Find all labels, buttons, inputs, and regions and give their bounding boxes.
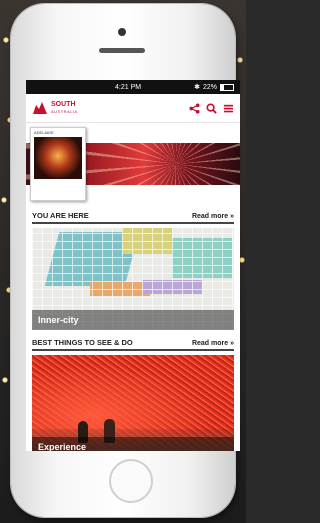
- battery-icon: [220, 83, 234, 91]
- status-right: ✱ 22%: [194, 83, 234, 91]
- read-more-link[interactable]: Read more »: [192, 340, 234, 347]
- home-button[interactable]: [109, 459, 153, 503]
- battery-percent: 22%: [202, 83, 217, 91]
- read-more-link[interactable]: Read more »: [192, 213, 234, 220]
- experience-card[interactable]: Experience: [32, 355, 234, 451]
- card-label: Experience: [32, 437, 234, 451]
- earpiece-speaker: [99, 48, 145, 53]
- section-header-best-things: BEST THINGS TO SEE & DO Read more »: [32, 338, 234, 351]
- section-title: BEST THINGS TO SEE & DO: [32, 338, 133, 347]
- magazine-cover[interactable]: ADELAIDE: [30, 127, 86, 201]
- site-header: SOUTH AUSTRALIA: [26, 94, 240, 123]
- section-header-you-are-here: YOU ARE HERE Read more »: [32, 211, 234, 224]
- share-icon[interactable]: [189, 102, 200, 114]
- header-icons: [189, 102, 234, 114]
- card-label: Inner-city: [32, 310, 234, 330]
- search-icon[interactable]: [206, 102, 217, 114]
- promo-banner[interactable]: ADELAIDE: [26, 123, 240, 203]
- brand-subname: AUSTRALIA: [51, 109, 78, 114]
- site-logo[interactable]: SOUTH AUSTRALIA: [32, 101, 78, 115]
- magazine-header: ADELAIDE: [34, 130, 54, 135]
- status-time: 4:21 PM: [115, 83, 142, 91]
- inner-city-card[interactable]: Inner-city: [32, 228, 234, 330]
- front-camera: [118, 28, 126, 36]
- bluetooth-icon: ✱: [194, 84, 200, 91]
- logo-mark-icon: [33, 102, 47, 114]
- battery-fill: [221, 84, 224, 90]
- menu-icon[interactable]: [223, 103, 234, 114]
- section-title: YOU ARE HERE: [32, 211, 89, 220]
- brand-name: SOUTH: [51, 101, 76, 108]
- logo-text: SOUTH AUSTRALIA: [51, 101, 78, 115]
- magazine-footer: [31, 179, 85, 183]
- status-bar: 4:21 PM ✱ 22%: [26, 80, 240, 94]
- phone-screen: 4:21 PM ✱ 22% SOUTH AUSTRALIA ADELAIDE Y…: [26, 80, 240, 451]
- magazine-image: [34, 137, 82, 179]
